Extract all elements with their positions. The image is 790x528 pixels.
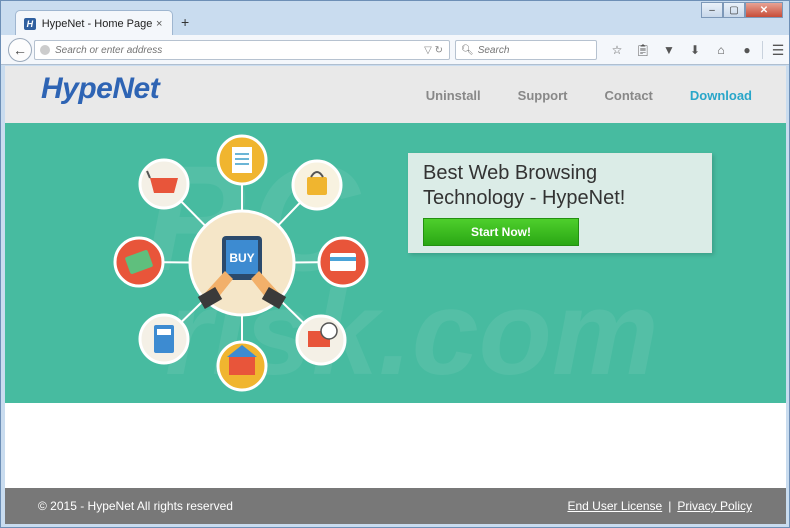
footer-links: End User License | Privacy Policy bbox=[567, 499, 752, 513]
end-user-license-link[interactable]: End User License bbox=[567, 499, 662, 513]
window-controls: ‒ ▢ ✕ bbox=[701, 2, 783, 18]
site-nav: Uninstall Support Contact Download bbox=[426, 88, 752, 103]
privacy-policy-link[interactable]: Privacy Policy bbox=[677, 499, 752, 513]
shopping-network-illustration: BUY bbox=[113, 134, 369, 392]
minimize-button[interactable]: ‒ bbox=[701, 2, 723, 18]
close-window-button[interactable]: ✕ bbox=[745, 2, 783, 18]
new-tab-button[interactable]: + bbox=[181, 14, 189, 30]
hero-banner: PC risk.com BUY bbox=[5, 123, 786, 403]
promo-headline: Best Web Browsing Technology - HypeNet! bbox=[423, 162, 626, 209]
download-icon[interactable]: ⬇ bbox=[682, 41, 708, 59]
navigation-toolbar: ← ▽ ↻ 🔍︎ ☆ 📋︎ ▼ ⬇ ⌂ ● ☰ bbox=[1, 35, 789, 65]
site-header: HypeNet Uninstall Support Contact Downlo… bbox=[5, 66, 786, 123]
site-identity-icon bbox=[40, 45, 50, 55]
nav-contact[interactable]: Contact bbox=[605, 88, 653, 103]
web-page: HypeNet Uninstall Support Contact Downlo… bbox=[5, 66, 786, 524]
tab-title: HypeNet - Home Page bbox=[41, 17, 153, 30]
back-arrow-icon: ← bbox=[13, 42, 27, 58]
maximize-button[interactable]: ▢ bbox=[723, 2, 745, 18]
url-input[interactable] bbox=[55, 44, 425, 56]
site-footer: © 2015 - HypeNet All rights reserved End… bbox=[5, 488, 786, 524]
back-button[interactable]: ← bbox=[8, 38, 32, 62]
chat-icon[interactable]: ● bbox=[734, 41, 760, 59]
search-bar[interactable]: 🔍︎ bbox=[455, 40, 612, 60]
site-logo[interactable]: HypeNet bbox=[41, 72, 160, 106]
title-bar: H HypeNet - Home Page × + ‒ ▢ ✕ bbox=[1, 1, 789, 36]
close-tab-icon[interactable]: × bbox=[152, 18, 166, 30]
home-icon[interactable]: ⌂ bbox=[708, 41, 734, 59]
start-now-button[interactable]: Start Now! bbox=[423, 218, 579, 246]
favicon-icon: H bbox=[24, 17, 36, 30]
browser-tab[interactable]: H HypeNet - Home Page × bbox=[15, 10, 173, 36]
footer-separator: | bbox=[668, 499, 672, 513]
browser-window: H HypeNet - Home Page × + ‒ ▢ ✕ ← ▽ ↻ 🔍︎… bbox=[0, 0, 790, 528]
star-icon[interactable]: ☆ bbox=[604, 41, 630, 59]
copyright-text: © 2015 - HypeNet All rights reserved bbox=[38, 499, 233, 513]
nav-download[interactable]: Download bbox=[690, 88, 752, 103]
menu-icon[interactable]: ☰ bbox=[765, 41, 790, 59]
buy-label: BUY bbox=[229, 251, 254, 265]
address-bar[interactable]: ▽ ↻ bbox=[34, 40, 450, 60]
toolbar-icons: ☆ 📋︎ ▼ ⬇ ⌂ ● ☰ bbox=[604, 41, 790, 59]
search-input[interactable] bbox=[477, 44, 612, 56]
clipboard-icon[interactable]: 📋︎ bbox=[630, 41, 656, 59]
reload-icon[interactable]: ▽ ↻ bbox=[424, 45, 443, 56]
toolbar-separator bbox=[762, 41, 763, 59]
search-icon: 🔍︎ bbox=[461, 44, 474, 56]
pocket-icon[interactable]: ▼ bbox=[656, 41, 682, 59]
promo-box: Best Web Browsing Technology - HypeNet! … bbox=[408, 153, 712, 253]
nav-uninstall[interactable]: Uninstall bbox=[426, 88, 481, 103]
nav-support[interactable]: Support bbox=[518, 88, 568, 103]
